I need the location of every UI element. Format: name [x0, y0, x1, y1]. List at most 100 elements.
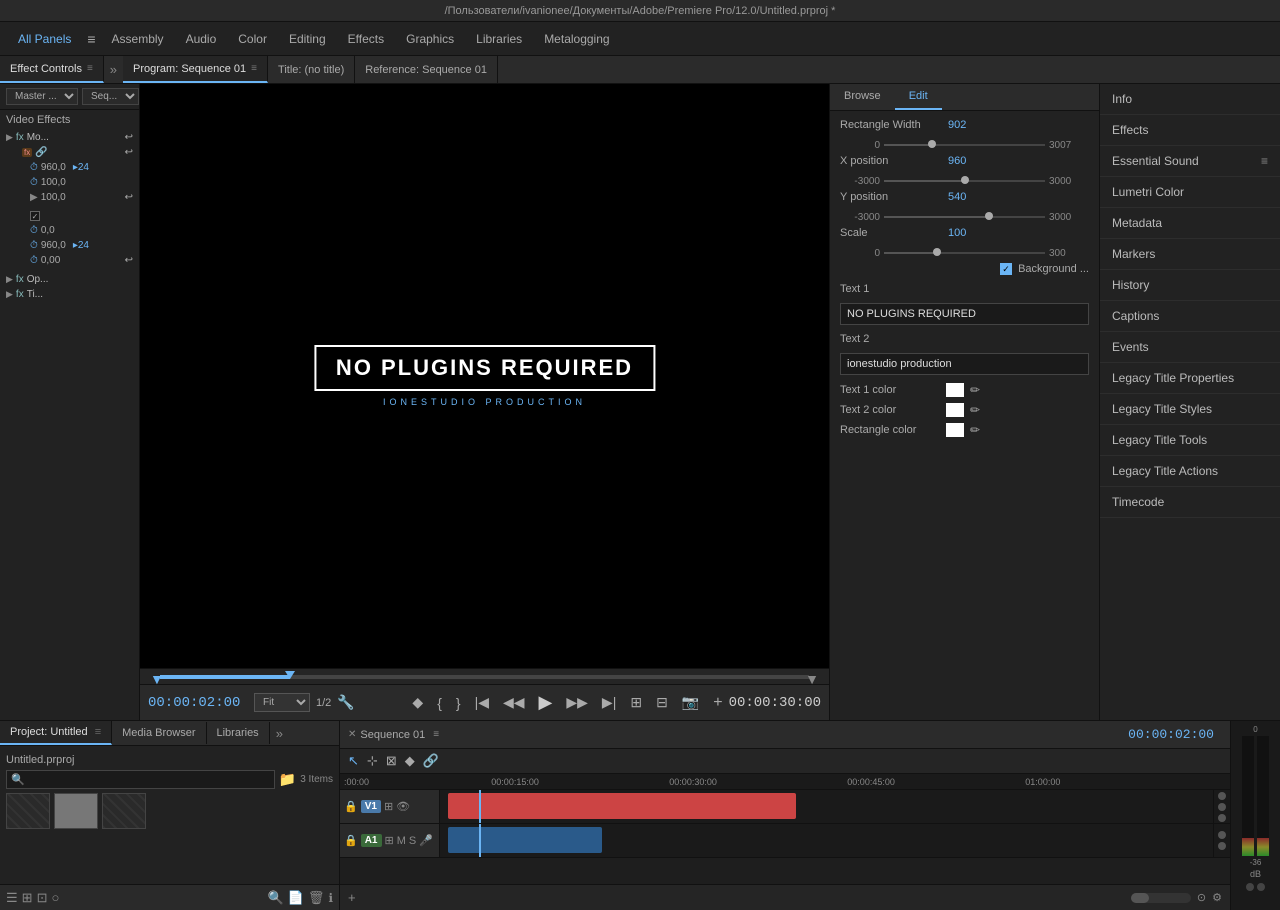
text2-input[interactable]: ionestudio production: [840, 353, 1089, 375]
a1-track-content[interactable]: [440, 824, 1213, 857]
far-right-lumetri[interactable]: Lumetri Color: [1100, 177, 1280, 208]
a1-clip[interactable]: [448, 827, 603, 853]
panel-expand-icon[interactable]: »: [104, 56, 123, 83]
timeline-timecode[interactable]: 00:00:02:00: [1128, 727, 1214, 742]
y-pos-value[interactable]: 540: [948, 191, 966, 203]
tl-link-tool[interactable]: 🔗: [423, 753, 439, 769]
export-btn[interactable]: 📷: [678, 692, 703, 713]
stopwatch5-icon[interactable]: ⏱: [30, 255, 38, 266]
list-view-icon[interactable]: ☰: [6, 890, 18, 906]
rect-width-value[interactable]: 902: [948, 119, 966, 131]
marker-out-icon[interactable]: ▼: [805, 671, 819, 687]
v1-media-icon[interactable]: ⊞: [384, 800, 393, 813]
stopwatch3-icon[interactable]: ⏱: [30, 225, 38, 236]
rect-eyedropper-icon[interactable]: ✏: [970, 423, 980, 437]
current-timecode[interactable]: 00:00:02:00: [148, 695, 248, 711]
far-right-effects[interactable]: Effects: [1100, 115, 1280, 146]
stopwatch-icon[interactable]: ⏱: [30, 162, 38, 173]
a1-media-icon[interactable]: ⊞: [385, 834, 394, 847]
stopwatch4-icon[interactable]: ⏱: [30, 240, 38, 251]
nav-metalogging[interactable]: Metalogging: [534, 28, 619, 50]
new-item-icon[interactable]: 📄: [288, 890, 304, 906]
rect-color-swatch[interactable]: [946, 423, 964, 437]
stopwatch2-icon[interactable]: ⏱: [30, 177, 38, 188]
step-back-btn[interactable]: ◀◀: [499, 692, 529, 713]
x-pos-slider[interactable]: [880, 175, 1049, 187]
wrench-icon[interactable]: 🔧: [337, 694, 354, 711]
reset-icon2[interactable]: ↩: [125, 147, 133, 158]
tab-reference[interactable]: Reference: Sequence 01: [355, 56, 498, 83]
project-menu-icon[interactable]: ≡: [95, 726, 101, 738]
scrubber-bar[interactable]: [160, 675, 809, 679]
info-bottom-icon[interactable]: ℹ: [328, 891, 333, 905]
meter-knob-right[interactable]: [1257, 883, 1265, 891]
far-right-info[interactable]: Info: [1100, 84, 1280, 115]
rect-width-slider[interactable]: [880, 139, 1049, 151]
nav-all-panels[interactable]: All Panels: [8, 28, 81, 50]
browse-tab[interactable]: Browse: [830, 84, 895, 110]
text1-eyedropper-icon[interactable]: ✏: [970, 383, 980, 397]
far-right-essential-sound[interactable]: Essential Sound ≡: [1100, 146, 1280, 177]
tl-snap-tool[interactable]: ⊠: [386, 753, 397, 769]
reset-icon3[interactable]: ↩: [125, 192, 133, 203]
seq-close-icon[interactable]: ✕: [348, 729, 356, 740]
out-btn[interactable]: }: [452, 693, 465, 713]
search-input[interactable]: [28, 774, 108, 785]
x-pos-value[interactable]: 960: [948, 155, 966, 167]
far-right-legacy-title-props[interactable]: Legacy Title Properties: [1100, 363, 1280, 394]
nav-assembly[interactable]: Assembly: [102, 28, 174, 50]
libraries-tab[interactable]: Libraries: [207, 722, 270, 744]
checkbox-left[interactable]: ✓: [30, 211, 40, 221]
fit-dropdown[interactable]: Fit 25% 50% 100%: [254, 693, 310, 712]
a1-lock-icon[interactable]: 🔒: [344, 834, 358, 847]
media-browser-tab[interactable]: Media Browser: [112, 722, 206, 744]
tab-title[interactable]: Title: (no title): [268, 56, 355, 83]
background-checkbox[interactable]: ✓: [1000, 263, 1012, 275]
text1-color-swatch[interactable]: [946, 383, 964, 397]
scrubber-row[interactable]: ▼ ▼: [140, 668, 829, 684]
tl-ripple-tool[interactable]: ⊹: [367, 753, 378, 769]
reset-icon[interactable]: ↩: [125, 132, 133, 143]
y-pos-slider[interactable]: [880, 211, 1049, 223]
seq-tab[interactable]: ✕ Sequence 01 ≡: [348, 729, 439, 741]
seq-dropdown[interactable]: Seq...: [82, 88, 139, 105]
far-right-history[interactable]: History: [1100, 270, 1280, 301]
grid-view-icon[interactable]: ⊞: [22, 890, 33, 906]
nav-effects[interactable]: Effects: [338, 28, 394, 50]
meter-knob-left[interactable]: [1246, 883, 1254, 891]
project-expand-icon[interactable]: »: [270, 726, 289, 741]
project-tab[interactable]: Project: Untitled ≡: [0, 721, 112, 745]
zoom-slider[interactable]: [1131, 893, 1191, 903]
far-right-metadata[interactable]: Metadata: [1100, 208, 1280, 239]
far-right-captions[interactable]: Captions: [1100, 301, 1280, 332]
prev-btn[interactable]: |◀: [471, 692, 493, 713]
add-icon[interactable]: +: [713, 694, 722, 712]
program-monitor-menu-icon[interactable]: ≡: [251, 63, 257, 74]
tab-program-monitor[interactable]: Program: Sequence 01 ≡: [123, 56, 268, 83]
text1-input[interactable]: NO PLUGINS REQUIRED: [840, 303, 1089, 325]
text2-eyedropper-icon[interactable]: ✏: [970, 403, 980, 417]
essential-sound-menu-icon[interactable]: ≡: [1261, 154, 1268, 168]
edit-tab[interactable]: Edit: [895, 84, 942, 110]
scale-value[interactable]: 100: [948, 227, 966, 239]
in-btn[interactable]: {: [433, 693, 446, 713]
tab-effect-controls[interactable]: Effect Controls ≡: [0, 56, 104, 83]
v1-track-content[interactable]: [440, 790, 1213, 823]
next-btn[interactable]: ▶|: [598, 692, 620, 713]
tl-settings-icon[interactable]: ⚙: [1212, 891, 1222, 904]
nav-libraries[interactable]: Libraries: [466, 28, 532, 50]
new-bin-icon[interactable]: 📁: [279, 771, 296, 788]
nav-graphics[interactable]: Graphics: [396, 28, 464, 50]
nav-color[interactable]: Color: [228, 28, 277, 50]
a1-mic-icon[interactable]: 🎤: [419, 834, 433, 847]
far-right-events[interactable]: Events: [1100, 332, 1280, 363]
scale-slider[interactable]: [880, 247, 1049, 259]
step-forward-btn[interactable]: ▶▶: [562, 692, 592, 713]
nav-editing[interactable]: Editing: [279, 28, 336, 50]
play-btn[interactable]: ▶: [535, 690, 557, 715]
effect-controls-menu-icon[interactable]: ≡: [87, 63, 93, 74]
freeform-icon[interactable]: ⊡: [37, 890, 48, 906]
tl-arrow-tool[interactable]: ↖: [348, 753, 359, 769]
marker-btn[interactable]: ◆: [408, 692, 427, 713]
tl-marker-tool[interactable]: ◆: [405, 753, 415, 769]
